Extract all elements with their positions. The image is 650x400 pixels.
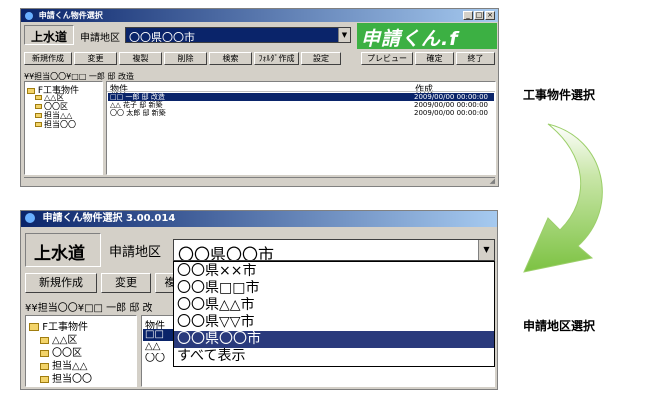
row-name: 〇〇 太郎 邸 新築 <box>110 109 166 117</box>
folder-icon <box>40 375 49 383</box>
bottom-toolbar-button[interactable]: 新規作成 <box>25 273 97 293</box>
maximize-button[interactable]: □ <box>474 11 484 20</box>
dropdown-option-label: すべて表示 <box>177 348 246 364</box>
top-toolbar-right-button[interactable]: プレビュー <box>361 52 413 65</box>
folder-icon <box>40 349 49 357</box>
top-status-bar <box>24 177 495 186</box>
folder-icon <box>40 362 49 370</box>
folder-icon <box>27 87 35 94</box>
minimize-button[interactable]: _ <box>463 11 473 20</box>
dropdown-option-label: 〇〇県▽▽市 <box>177 314 255 330</box>
top-company-box: 上水道 <box>24 25 74 45</box>
row-date: 2009/00/00 00:00:00 <box>414 93 489 101</box>
top-tree-panel: F工事物件 △△区 〇〇区 担当△△ 担当〇〇 <box>24 81 103 175</box>
top-window-title: 申請くん物件選択 <box>38 11 103 20</box>
top-toolbar-right-button[interactable]: 終了 <box>456 52 495 65</box>
dropdown-option[interactable]: 〇〇県▽▽市 <box>174 314 494 331</box>
dropdown-option[interactable]: 〇〇県△△市 <box>174 297 494 314</box>
folder-icon <box>35 104 42 109</box>
folder-icon <box>40 336 49 344</box>
bottom-window: 申請くん物件選択 3.00.014 上水道 申請地区 〇〇県〇〇市 ▼ 新規作成… <box>20 210 498 390</box>
bottom-district-label: 申請地区 <box>109 245 162 260</box>
bottom-company-name: 上水道 <box>34 244 85 264</box>
top-toolbar-button[interactable]: 複製 <box>119 52 162 65</box>
caption-bottom: 申請地区選択 <box>523 319 596 333</box>
top-district-label: 申請地区 <box>80 33 120 44</box>
top-toolbar-button[interactable]: 検索 <box>209 52 252 65</box>
bottom-toolbar-button[interactable]: 変更 <box>101 273 151 293</box>
top-window: 申請くん物件選択 _ □ × 上水道 申請地区 〇〇県〇〇市 ▼ 申請くん.f … <box>20 8 499 187</box>
top-toolbar-right-button[interactable]: 確定 <box>415 52 454 65</box>
folder-icon <box>29 323 39 331</box>
bottom-district-dropdown-arrow[interactable]: ▼ <box>478 240 494 260</box>
top-header-line <box>107 91 495 92</box>
row-name: □□ 一郎 邸 改造 <box>110 93 165 101</box>
close-button[interactable]: × <box>485 11 495 20</box>
top-list-panel: 物件 作成 □□ 一郎 邸 改造 2009/00/00 00:00:00 △△ 花子… <box>106 81 496 175</box>
caption-top: 工事物件選択 <box>523 88 596 102</box>
top-toolbar-button[interactable]: 設定 <box>301 52 341 65</box>
folder-icon <box>35 122 42 127</box>
resize-grip-icon[interactable]: ◢ <box>490 177 495 185</box>
row-date: 2009/00/00 00:00:00 <box>414 101 489 109</box>
dropdown-option-label: 〇〇県××市 <box>177 263 257 279</box>
bottom-path-text: ¥¥担当〇〇¥□□ 一郎 邸 改 <box>25 303 153 314</box>
top-company-name: 上水道 <box>31 30 68 44</box>
bottom-district-combo[interactable]: 〇〇県〇〇市 ▼ <box>173 239 495 261</box>
bottom-title-bar[interactable]: 申請くん物件選択 3.00.014 <box>21 211 497 227</box>
bottom-district-value: 〇〇県〇〇市 <box>178 245 275 261</box>
top-tree-item-label: 担当〇〇 <box>44 120 76 129</box>
top-toolbar-button[interactable]: ﾌｫﾙﾀﾞ作成 <box>254 52 299 65</box>
app-icon <box>25 11 33 20</box>
dropdown-option[interactable]: 〇〇県□□市 <box>174 280 494 297</box>
top-tree-item[interactable]: 担当〇〇 <box>35 119 76 130</box>
table-row[interactable]: △△ 花子 邸 新築 2009/00/00 00:00:00 <box>108 101 494 109</box>
dropdown-option[interactable]: 〇〇県〇〇市 <box>174 331 494 348</box>
top-district-value: 〇〇県〇〇市 <box>129 31 195 43</box>
app-icon <box>25 213 35 223</box>
row-date: 2009/00/00 00:00:00 <box>414 109 489 117</box>
dropdown-option-label: 〇〇県△△市 <box>177 297 255 313</box>
dropdown-option[interactable]: 〇〇県××市 <box>174 263 494 280</box>
top-title-bar[interactable]: 申請くん物件選択 <box>21 9 498 22</box>
top-toolbar-button[interactable]: 削除 <box>164 52 207 65</box>
top-district-combo[interactable]: 〇〇県〇〇市 ▼ <box>125 27 351 43</box>
dropdown-option[interactable]: すべて表示 <box>174 348 494 365</box>
folder-icon <box>35 113 42 118</box>
top-toolbar-button[interactable]: 新規作成 <box>24 52 72 65</box>
bottom-tree-item-label: 担当〇〇 <box>52 374 92 385</box>
top-logo-text: 申請くん.f <box>361 28 459 49</box>
table-row[interactable]: □□ 一郎 邸 改造 2009/00/00 00:00:00 <box>108 93 494 101</box>
curved-arrow-icon <box>523 123 603 273</box>
bottom-tree-panel: F工事物件 △△区 〇〇区 担当△△ 担当〇〇 <box>25 315 137 387</box>
top-logo: 申請くん.f <box>357 23 497 49</box>
table-row[interactable]: 〇〇 太郎 邸 新築 2009/00/00 00:00:00 <box>108 109 494 117</box>
folder-icon <box>35 95 42 100</box>
row-name: △△ 花子 邸 新築 <box>110 101 163 109</box>
row-name: 〇〇 <box>145 353 165 364</box>
bottom-tree-item[interactable]: 担当〇〇 <box>40 370 92 385</box>
bottom-window-title: 申請くん物件選択 3.00.014 <box>42 213 176 224</box>
dropdown-option-label: 〇〇県〇〇市 <box>177 331 261 347</box>
dropdown-option-label: 〇〇県□□市 <box>177 280 260 296</box>
row-name: □□ <box>145 329 164 340</box>
row-name: △△ <box>145 341 161 352</box>
bottom-company-box: 上水道 <box>25 233 101 267</box>
district-dropdown-list: 〇〇県××市 〇〇県□□市 〇〇県△△市 〇〇県▽▽市 〇〇県〇〇市 すべて表示 <box>173 261 495 367</box>
top-district-dropdown-arrow[interactable]: ▼ <box>338 28 350 42</box>
top-toolbar-button[interactable]: 変更 <box>74 52 117 65</box>
